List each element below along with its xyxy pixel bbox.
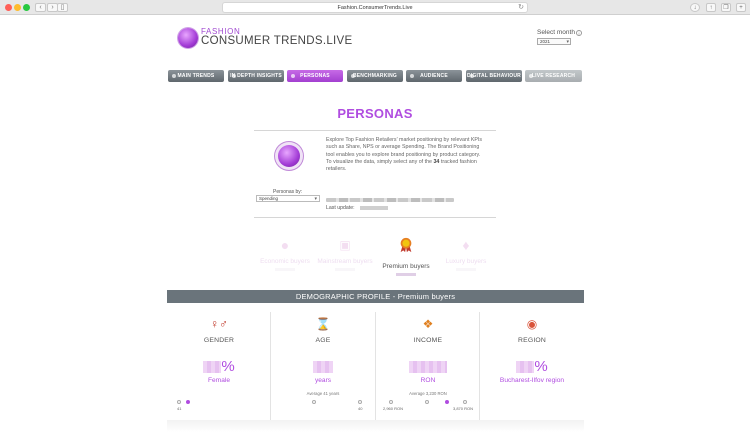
wallet-icon: ▣ <box>339 238 351 252</box>
page-title: PERSONAS <box>337 106 413 121</box>
back-icon[interactable]: ‹ <box>35 3 46 12</box>
nav-personas[interactable]: PERSONAS <box>287 70 343 82</box>
new-tab-icon[interactable]: + <box>736 3 746 12</box>
blurred-value <box>313 360 333 373</box>
blurred-share-value <box>456 268 476 271</box>
blurred-value <box>409 360 447 373</box>
blurred-value <box>203 360 222 373</box>
minimize-window-button[interactable] <box>14 4 21 11</box>
buyer-tab-luxury[interactable]: ♦ Luxury buyers <box>431 237 501 271</box>
diamond-icon: ♦ <box>462 237 470 253</box>
medal-icon <box>400 237 412 253</box>
logo-icon[interactable] <box>178 28 198 48</box>
download-icon[interactable]: ↓ <box>690 3 700 12</box>
sidebar-icon[interactable]: ▯ <box>57 3 68 12</box>
hourglass-icon: ⌛ <box>315 317 331 331</box>
persona-icon <box>278 145 300 167</box>
income-column: ❖ INCOME RON Average 3,230 RON 2,960 RON… <box>376 312 480 427</box>
gender-value: % <box>167 358 271 374</box>
personas-by-select[interactable]: Spending <box>256 195 320 202</box>
nav-main-trends[interactable]: MAIN TRENDS <box>168 70 224 82</box>
nav-digital-behaviour[interactable]: DIGITAL BEHAVIOUR <box>466 70 522 82</box>
blurred-share-value <box>396 273 416 276</box>
age-scale: 40 <box>278 398 368 412</box>
reload-icon[interactable]: ↻ <box>518 3 524 13</box>
income-scale: 2,960 RON 3,870 RON <box>383 398 473 412</box>
browser-toolbar: ‹ › ▯ Fashion.ConsumerTrends.Live ↻ ↓ ↑ … <box>0 0 750 15</box>
age-value <box>271 358 375 374</box>
select-month-label: Select month <box>537 29 575 36</box>
blurred-share-value <box>275 268 295 271</box>
nav-audience-explorer[interactable]: AUDIENCE EXPLORER <box>406 70 462 91</box>
gender-icon: ♀♂ <box>210 317 228 331</box>
region-column: ◉ REGION % Bucharest-Ilfov region <box>480 312 584 427</box>
tabs-icon[interactable]: ❐ <box>721 3 731 12</box>
personas-description: Explore Top Fashion Retailers' market po… <box>326 137 483 173</box>
piggy-bank-icon: ● <box>280 237 290 253</box>
buyer-tab-mainstream[interactable]: ▣ Mainstream buyers <box>310 237 380 271</box>
logo-title[interactable]: CONSUMER TRENDS.LIVE <box>201 35 352 47</box>
location-pin-icon: ◉ <box>526 317 538 331</box>
maximize-window-button[interactable] <box>23 4 30 11</box>
section-shadow <box>167 420 584 432</box>
info-icon[interactable]: i <box>576 30 582 36</box>
blurred-value <box>516 360 535 373</box>
share-icon[interactable]: ↑ <box>706 3 716 12</box>
nav-benchmarking[interactable]: BENCHMARKING <box>347 70 403 82</box>
gender-scale: 41 <box>174 398 264 412</box>
age-column: ⌛ AGE years Average 41 years 40 <box>271 312 375 427</box>
nav-live-research[interactable]: LIVE RESEARCH <box>525 70 582 82</box>
demographic-profile-header: DEMOGRAPHIC PROFILE - Premium buyers <box>167 290 584 303</box>
address-bar[interactable]: Fashion.ConsumerTrends.Live ↻ <box>222 2 528 13</box>
last-update-label: Last update: <box>326 205 355 211</box>
gender-column: ♀♂ GENDER % Female 41 <box>167 312 271 427</box>
close-window-button[interactable] <box>5 4 12 11</box>
blurred-share-value <box>335 268 355 271</box>
nav-in-depth-insights[interactable]: IN DEPTH INSIGHTS <box>228 70 284 82</box>
blurred-retailer-list <box>326 198 454 202</box>
month-select[interactable]: 2021 <box>537 38 571 45</box>
divider <box>254 217 496 218</box>
region-value: % <box>480 358 584 374</box>
divider <box>254 130 496 131</box>
blurred-last-update-date <box>360 206 388 210</box>
money-bag-icon: ❖ <box>422 317 434 331</box>
income-value <box>376 358 480 374</box>
address-text: Fashion.ConsumerTrends.Live <box>337 5 413 11</box>
